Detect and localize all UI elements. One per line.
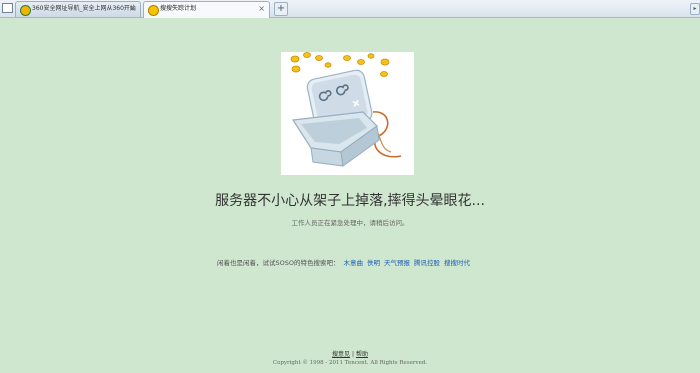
suggest-prefix: 闲着也是闲着，试试SOSO的特色搜索吧： [217,259,340,267]
suggest-link[interactable]: 木意曲 [343,259,363,267]
close-icon[interactable]: × [258,2,265,16]
dizzy-server-illustration [281,52,414,175]
tab-label: 360安全网址导航_安全上网从360开始 [32,5,136,12]
footer-links: 搜意见 | 帮助 [0,349,700,358]
dizzy-server-illustration [290,52,402,167]
suggest-link[interactable]: 佚明 [367,259,380,267]
suggested-searches: 闲着也是闲着，试试SOSO的特色搜索吧： 木意曲 佚明 天气预报 腾讯控股 搜搜时代 [217,257,470,267]
close-icon[interactable]: × [129,2,136,16]
tab-bar: 360安全网址导航_安全上网从360开始 × 搜搜失踪计划 × + ▸ [0,0,700,18]
soso-icon [148,5,159,16]
360-icon [20,5,31,16]
error-headline: 服务器不小心从架子上掉落,摔得头晕眼花... [215,193,485,209]
window-icon[interactable] [2,3,13,13]
error-subline: 工作人员正在紧急处理中，请稍后访问。 [291,219,409,227]
footer-separator: | [351,351,355,358]
chevron-right-icon[interactable]: ▸ [690,3,700,15]
suggest-link[interactable]: 天气预报 [384,259,410,267]
new-tab-button[interactable]: + [274,2,288,16]
suggest-link[interactable]: 腾讯控股 [414,259,440,267]
copyright: Copyright © 1998 - 2011 Tencent. All Rig… [272,360,428,366]
tab-360-nav[interactable]: 360安全网址导航_安全上网从360开始 × [15,1,141,17]
tab-label: 搜搜失踪计划 [160,5,197,12]
feedback-link[interactable]: 搜意见 [332,351,350,358]
help-link[interactable]: 帮助 [356,351,368,358]
suggest-link[interactable]: 搜搜时代 [444,259,470,267]
tab-soso[interactable]: 搜搜失踪计划 × [143,1,270,18]
